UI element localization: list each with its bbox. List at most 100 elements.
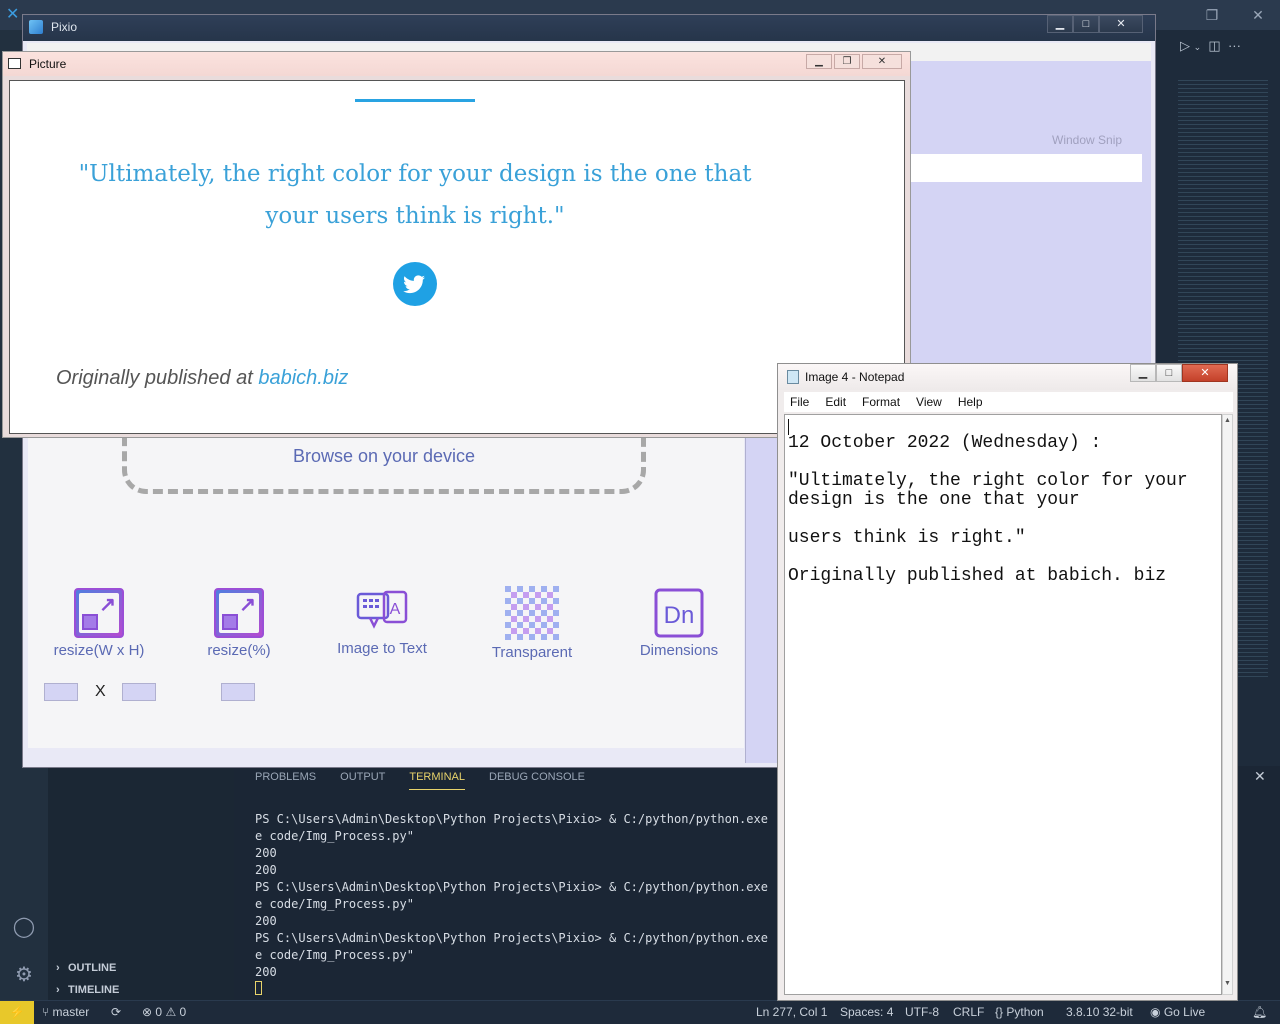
dimensions-tool[interactable]: Dn Dimensions xyxy=(630,588,728,659)
branch-name: master xyxy=(52,1005,90,1019)
menu-edit[interactable]: Edit xyxy=(817,392,854,412)
close-icon[interactable]: ✕ xyxy=(1246,6,1270,24)
sync-icon[interactable]: ⟳ xyxy=(111,1005,121,1019)
pixio-window-controls: ▁ □ ✕ xyxy=(1047,15,1143,35)
resize-percent-icon: ↗ xyxy=(214,588,264,638)
browse-link[interactable]: Browse on your device xyxy=(122,446,646,467)
resize-wh-tool[interactable]: ↗ resize(W x H) xyxy=(52,588,146,659)
notepad-window: Image 4 - Notepad ▁ □ ✕ File Edit Format… xyxy=(777,363,1238,1001)
maximize-icon[interactable]: ❐ xyxy=(834,54,860,69)
panel-tabs: PROBLEMS OUTPUT TERMINAL DEBUG CONSOLE xyxy=(255,770,585,790)
branch-indicator[interactable]: ⑂ master xyxy=(42,1005,89,1019)
notepad-title: Image 4 - Notepad xyxy=(805,370,905,384)
image-to-text-tool[interactable]: A Image to Text xyxy=(332,588,432,657)
close-panel-icon[interactable]: ✕ xyxy=(1254,768,1266,785)
language-mode[interactable]: {} Python xyxy=(995,1005,1044,1019)
chevron-down-icon[interactable]: ⌄ xyxy=(1194,42,1202,52)
twitter-share-button[interactable] xyxy=(393,262,437,306)
scroll-up-icon[interactable]: ▲ xyxy=(1223,417,1232,429)
tab-terminal[interactable]: TERMINAL xyxy=(409,770,465,790)
close-icon[interactable]: ✕ xyxy=(1099,15,1143,33)
scroll-down-icon[interactable]: ▼ xyxy=(1223,980,1232,992)
terminal-output[interactable]: PS C:\Users\Admin\Desktop\Python Project… xyxy=(255,811,790,998)
tool-label: resize(W x H) xyxy=(53,642,145,659)
section-label: TIMELINE xyxy=(68,984,120,996)
close-icon[interactable]: ✕ xyxy=(862,54,902,69)
bell-icon[interactable]: 🔔︎ xyxy=(1252,1005,1267,1019)
tab-output[interactable]: OUTPUT xyxy=(340,770,385,790)
maximize-icon[interactable]: □ xyxy=(1073,15,1099,33)
sidebar-section-timeline[interactable]: › TIMELINE xyxy=(48,979,234,1001)
svg-text:Dn: Dn xyxy=(664,602,695,629)
resize-percent-tool[interactable]: ↗ resize(%) xyxy=(200,588,278,659)
maximize-icon[interactable]: □ xyxy=(1156,364,1182,382)
close-icon[interactable]: ✕ xyxy=(1182,364,1228,382)
picture-window-controls: ▁ ❐ ✕ xyxy=(806,54,902,69)
notepad-content: 12 October 2022 (Wednesday) : "Ultimatel… xyxy=(788,433,1188,586)
notepad-icon xyxy=(787,370,799,384)
account-icon[interactable]: ◯ xyxy=(12,915,36,939)
published-prefix: Originally published at xyxy=(56,367,259,389)
window-snip-label: Window Snip xyxy=(1052,133,1123,147)
chevron-right-icon: › xyxy=(56,984,60,996)
published-link[interactable]: babich.biz xyxy=(258,367,348,389)
tab-debug-console[interactable]: DEBUG CONSOLE xyxy=(489,770,585,790)
minimize-icon[interactable]: ▁ xyxy=(1047,15,1073,33)
minimize-icon[interactable]: ▁ xyxy=(1130,364,1156,382)
vertical-scrollbar[interactable]: ▲ ▼ xyxy=(1222,414,1233,995)
picture-window-icon xyxy=(8,58,21,69)
status-bar: ⚡ ⑂ master ⟳ ⊗ 0 ⚠ 0 Ln 277, Col 1 Space… xyxy=(0,1000,1280,1024)
accent-line xyxy=(355,99,475,102)
remote-indicator-icon[interactable]: ⚡ xyxy=(0,1001,34,1024)
menu-format[interactable]: Format xyxy=(854,392,908,412)
encoding[interactable]: UTF-8 xyxy=(905,1005,939,1019)
notepad-text-area[interactable]: 12 October 2022 (Wednesday) : "Ultimatel… xyxy=(784,414,1222,995)
tool-label: Dimensions xyxy=(639,642,719,659)
pixio-title: Pixio xyxy=(51,20,78,34)
warning-count: 0 xyxy=(179,1005,187,1019)
picture-window: Picture ▁ ❐ ✕ "Ultimately, the right col… xyxy=(2,51,911,438)
gear-icon[interactable]: ⚙ xyxy=(12,963,36,987)
quote-text: "Ultimately, the right color for your de… xyxy=(78,161,752,229)
run-icon[interactable]: ▷ xyxy=(1180,38,1190,53)
notepad-menubar: File Edit Format View Help xyxy=(784,392,1233,412)
minimize-icon[interactable]: ▁ xyxy=(806,54,832,69)
pixio-app-icon xyxy=(29,20,43,34)
tab-problems[interactable]: PROBLEMS xyxy=(255,770,316,790)
problems-indicator[interactable]: ⊗ 0 ⚠ 0 xyxy=(142,1005,186,1019)
line-ending[interactable]: CRLF xyxy=(953,1005,984,1019)
pixio-titlebar[interactable]: Pixio xyxy=(23,15,1155,41)
restore-icon[interactable]: ❐ xyxy=(1200,6,1224,24)
transparent-icon xyxy=(505,586,559,640)
tool-label: Transparent xyxy=(491,644,573,661)
interpreter[interactable]: 3.8.10 32-bit xyxy=(1066,1005,1133,1019)
menu-file[interactable]: File xyxy=(784,392,817,412)
braces-icon: {} xyxy=(995,1005,1004,1019)
picture-titlebar[interactable]: Picture xyxy=(3,52,910,76)
height-input[interactable] xyxy=(122,683,156,701)
pixio-text-field[interactable] xyxy=(888,154,1142,182)
menu-view[interactable]: View xyxy=(908,392,950,412)
width-input[interactable] xyxy=(44,683,78,701)
error-count: 0 xyxy=(155,1005,163,1019)
tool-label: Image to Text xyxy=(337,640,427,657)
picture-title: Picture xyxy=(29,57,67,71)
split-editor-icon[interactable]: ◫ xyxy=(1208,38,1220,53)
error-icon: ⊗ xyxy=(142,1005,153,1019)
more-icon[interactable]: ··· xyxy=(1228,38,1241,53)
indentation[interactable]: Spaces: 4 xyxy=(840,1005,893,1019)
warning-icon: ⚠ xyxy=(165,1005,177,1019)
terminal-text: PS C:\Users\Admin\Desktop\Python Project… xyxy=(255,812,790,979)
notepad-window-controls: ▁ □ ✕ xyxy=(1130,364,1228,382)
go-live-button[interactable]: ◉ Go Live xyxy=(1150,1005,1205,1019)
transparent-tool[interactable]: Transparent xyxy=(482,586,582,661)
dimension-separator: X xyxy=(95,683,106,700)
broadcast-icon: ◉ xyxy=(1150,1005,1161,1019)
cursor-position[interactable]: Ln 277, Col 1 xyxy=(756,1005,827,1019)
percent-input[interactable] xyxy=(221,683,255,701)
sidebar-section-outline[interactable]: › OUTLINE xyxy=(48,957,234,979)
menu-help[interactable]: Help xyxy=(950,392,991,412)
editor-toolbar: ▷ ⌄ ◫ ··· xyxy=(1180,38,1241,54)
chevron-right-icon: › xyxy=(56,962,60,974)
git-branch-icon: ⑂ xyxy=(42,1005,50,1019)
